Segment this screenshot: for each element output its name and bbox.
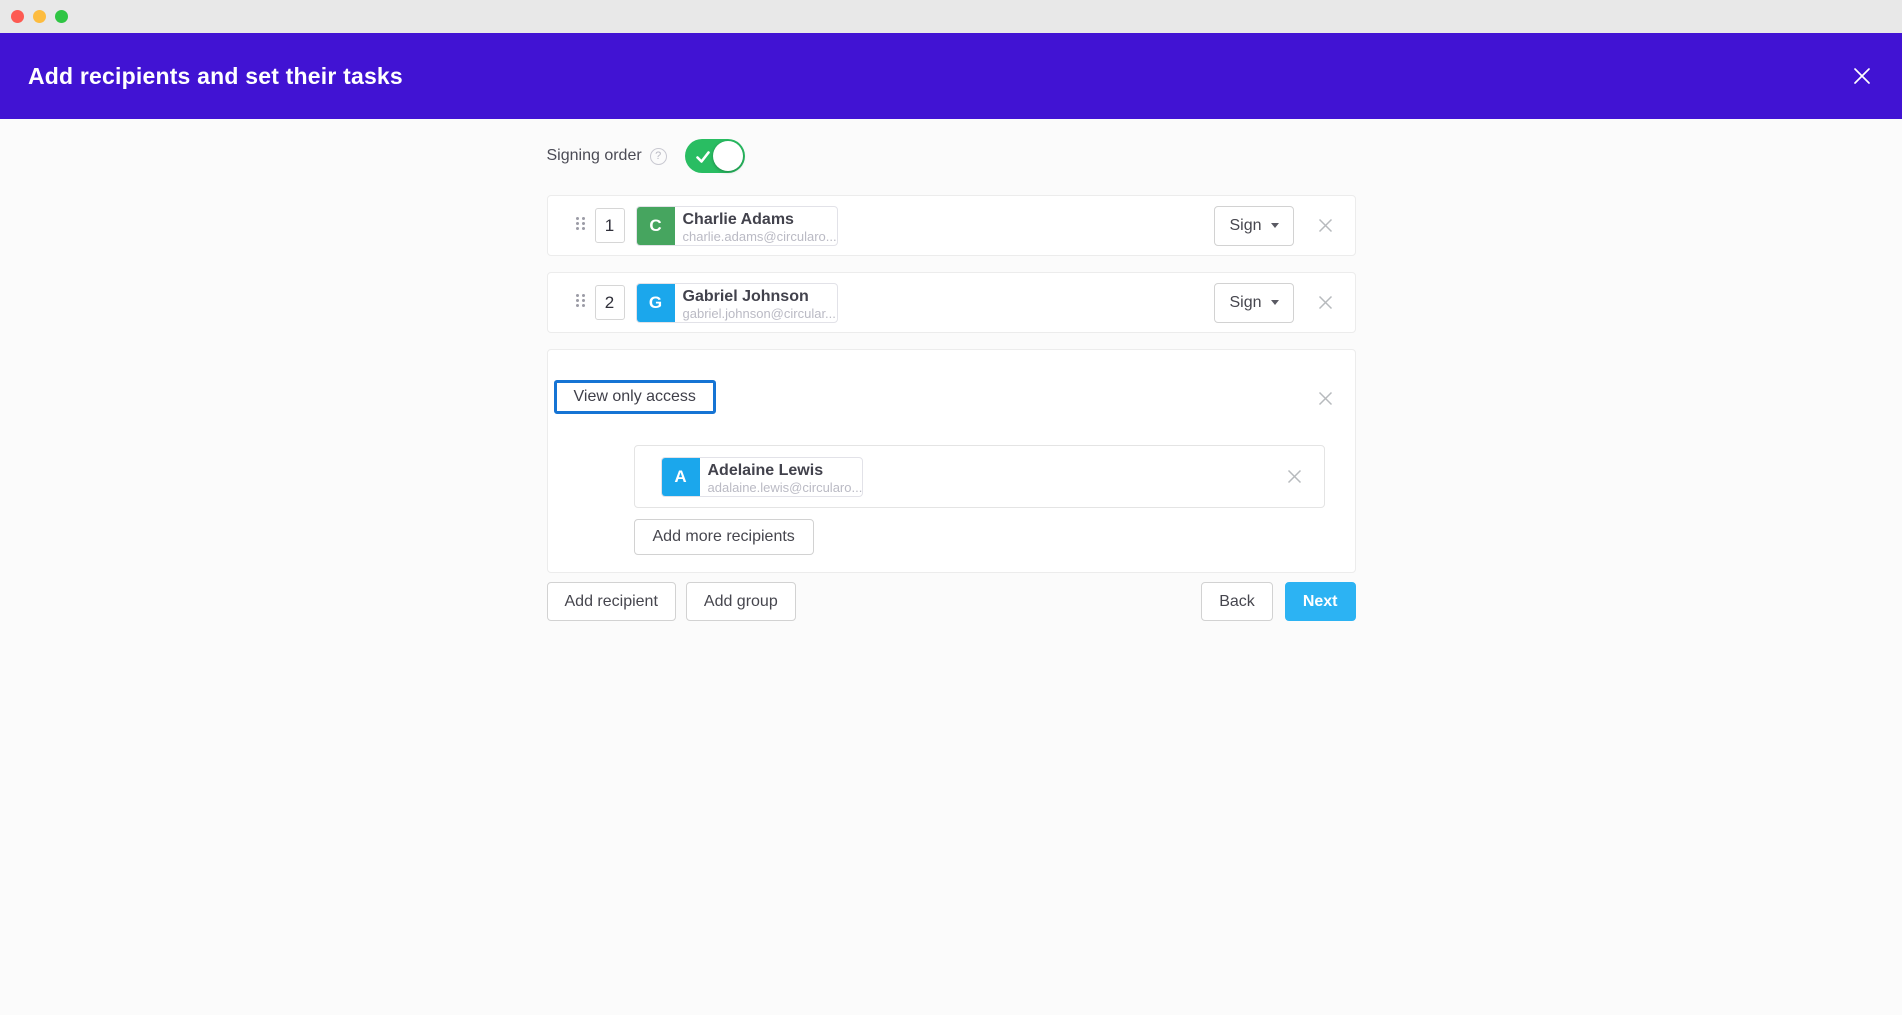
recipient-name: Charlie Adams [683,211,829,229]
avatar: A [662,458,700,496]
modal-title: Add recipients and set their tasks [28,63,403,90]
recipient-name: Adelaine Lewis [708,462,854,480]
recipient-chip[interactable]: G Gabriel Johnson gabriel.johnson@circul… [636,283,838,323]
back-button[interactable]: Back [1201,582,1273,621]
recipient-chip[interactable]: C Charlie Adams charlie.adams@circularo.… [636,206,838,246]
task-dropdown[interactable]: Sign [1214,206,1293,246]
recipients-panel: Signing order ? 1 C Charlie Adams charli… [547,119,1356,621]
add-more-recipients-button[interactable]: Add more recipients [634,519,814,555]
modal-header: Add recipients and set their tasks [0,33,1902,119]
window-minimize-button[interactable] [33,10,46,23]
toggle-knob [713,141,743,171]
add-recipient-button[interactable]: Add recipient [547,582,676,621]
recipient-row: 1 C Charlie Adams charlie.adams@circular… [547,195,1356,256]
window-controls [11,10,68,23]
remove-recipient-icon[interactable] [1316,216,1336,236]
chevron-down-icon [1271,223,1279,228]
task-dropdown-label: Sign [1229,217,1261,235]
group-member-row: A Adelaine Lewis adalaine.lewis@circular… [634,445,1325,508]
avatar: C [637,207,675,245]
signing-order-row: Signing order ? [547,139,1356,173]
remove-recipient-icon[interactable] [1316,293,1336,313]
chevron-down-icon [1271,300,1279,305]
window-zoom-button[interactable] [55,10,68,23]
task-dropdown[interactable]: Sign [1214,283,1293,323]
recipient-name: Gabriel Johnson [683,288,829,306]
signing-order-label: Signing order [547,147,642,165]
signing-order-number: 2 [595,285,625,320]
remove-member-icon[interactable] [1285,467,1305,487]
recipient-email: adalaine.lewis@circularo... [708,480,854,495]
window-close-button[interactable] [11,10,24,23]
footer-actions: Add recipient Add group Back Next [547,582,1356,621]
view-only-access-button[interactable]: View only access [554,380,716,414]
signing-order-number: 1 [595,208,625,243]
close-icon[interactable] [1850,64,1874,88]
recipient-email: gabriel.johnson@circular... [683,306,829,321]
drag-handle-icon[interactable] [576,217,585,235]
window-titlebar [0,0,1902,33]
signing-order-toggle[interactable] [685,139,745,173]
next-button[interactable]: Next [1285,582,1356,621]
check-icon [696,150,710,168]
question-circle-icon[interactable]: ? [650,148,667,165]
avatar: G [637,284,675,322]
remove-group-icon[interactable] [1316,388,1336,408]
task-dropdown-label: Sign [1229,294,1261,312]
recipient-email: charlie.adams@circularo.... [683,229,829,244]
recipient-row: 2 G Gabriel Johnson gabriel.johnson@circ… [547,272,1356,333]
recipient-chip[interactable]: A Adelaine Lewis adalaine.lewis@circular… [661,457,863,497]
view-only-group-card: View only access A Adelaine Lewis adalai… [547,349,1356,573]
drag-handle-icon[interactable] [576,294,585,312]
add-group-button[interactable]: Add group [686,582,796,621]
